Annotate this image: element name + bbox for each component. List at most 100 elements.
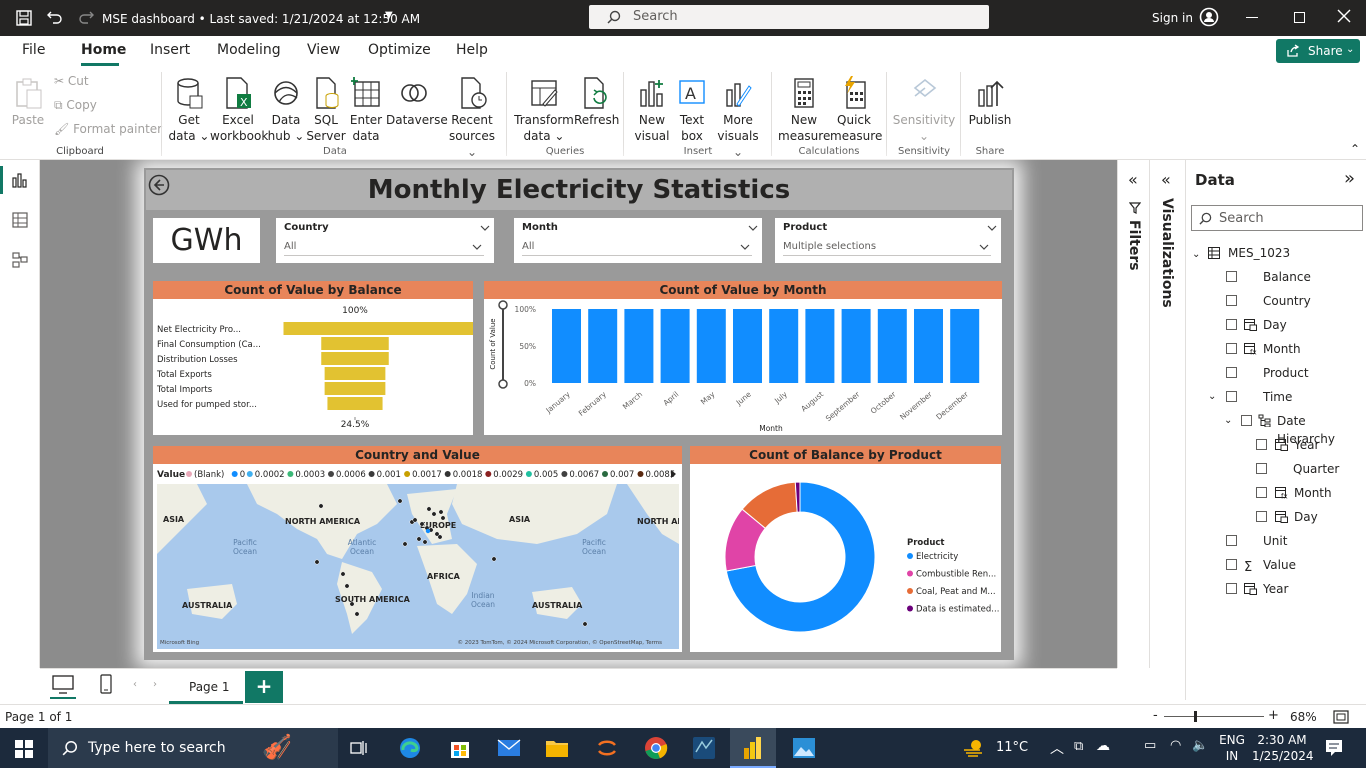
chevron-down-icon[interactable]: ⌄ [1224,412,1232,430]
sql-server-button[interactable]: SQL Server [306,76,346,144]
taskbar-search[interactable]: Type here to search 🎻 [48,728,338,768]
close-button[interactable] [1337,9,1351,23]
collapse-ribbon-icon[interactable]: ⌃ [1350,142,1360,156]
mobile-layout-icon[interactable] [100,674,112,694]
previous-page-icon[interactable]: ‹ [133,679,137,690]
onedrive-icon[interactable]: ☁ [1096,738,1110,754]
share-button[interactable]: Share ⌄ [1276,39,1360,63]
wifi-icon[interactable]: ◠ [1170,738,1181,753]
transform-data-button[interactable]: Transform data ⌄ [514,76,574,144]
expand-filters-icon[interactable]: « [1128,170,1138,189]
page-tab-1[interactable]: Page 1 [169,671,243,704]
new-visual-button[interactable]: New visual [630,76,674,144]
field-year[interactable]: Year [1186,436,1366,454]
product-slicer-dropdown[interactable]: Multiple selections [783,238,991,256]
document-title[interactable]: MSE dashboard • Last saved: 1/21/2024 at… [102,12,420,26]
chevron-down-icon[interactable] [748,223,758,233]
copy-button[interactable]: ⧉ Copy [54,98,97,113]
zoom-level[interactable]: 68% [1290,710,1317,724]
funnel-visual[interactable]: Count of Value by Balance 100% Net Electr… [153,281,473,435]
refresh-button[interactable]: Refresh [574,76,619,128]
field-quarter[interactable]: Quarter [1186,460,1366,478]
table-view-icon[interactable] [12,212,28,228]
quick-measure-button[interactable]: Quick measure [830,76,882,144]
add-page-button[interactable]: + [245,671,283,703]
unit-card[interactable]: GWh [153,218,260,263]
field-checkbox[interactable] [1226,343,1237,354]
redo-icon[interactable] [78,9,94,25]
speaker-icon[interactable]: 🔈 [1192,738,1208,753]
file-explorer-icon[interactable] [545,738,569,758]
field-checkbox[interactable] [1226,583,1237,594]
zoom-out-button[interactable]: - [1153,708,1158,723]
get-data-button[interactable]: Get data ⌄ [168,76,210,144]
sign-in-link[interactable]: Sign in [1152,11,1193,25]
month-slicer[interactable]: Month All [514,218,762,263]
zoom-slider[interactable] [1164,711,1264,722]
month-slicer-dropdown[interactable]: All [522,238,752,256]
search-box[interactable]: Search [589,5,989,29]
menu-insert[interactable]: Insert [150,42,190,58]
minimize-button[interactable] [1246,17,1258,18]
field-unit[interactable]: Unit [1186,532,1366,550]
model-view-icon[interactable] [12,252,28,268]
menu-help[interactable]: Help [456,42,488,58]
chevron-down-icon[interactable]: ⌄ [1208,388,1216,406]
data-hub-button[interactable]: Data hub ⌄ [266,76,306,144]
temperature[interactable]: 11°C [996,740,1028,755]
field-checkbox[interactable] [1226,271,1237,282]
donut-visual[interactable]: Count of Balance by Product Product Elect… [690,446,1001,652]
report-view-icon[interactable] [12,172,28,188]
visualizations-label[interactable]: Visualizations [1159,198,1175,308]
edge-icon[interactable] [398,736,422,760]
store-icon[interactable] [448,736,472,760]
field-product[interactable]: Product [1186,364,1366,382]
undo-icon[interactable] [47,9,63,25]
menu-view[interactable]: View [307,42,340,58]
chevron-up-icon[interactable]: ︿ [1050,738,1064,758]
new-measure-button[interactable]: New measure [778,76,830,144]
network-icon[interactable]: ⧉ [1074,739,1083,754]
fit-to-page-icon[interactable] [1333,710,1349,724]
paste-button[interactable]: Paste [10,76,46,128]
field-checkbox[interactable] [1256,463,1267,474]
zoom-in-button[interactable]: + [1268,708,1279,723]
menu-home[interactable]: Home [81,42,126,58]
map-visual[interactable]: Country and Value Value (Blank) 0 0.0002 0.0… [153,446,682,652]
filters-label[interactable]: Filters [1126,220,1142,271]
dataverse-button[interactable]: Dataverse [386,76,448,128]
text-box-button[interactable]: A Text box [674,76,710,144]
field-date-hierarchy[interactable]: ⌄ Date Hierarchy [1186,412,1366,446]
expand-visualizations-icon[interactable]: « [1161,170,1171,189]
restore-button[interactable] [1294,12,1305,23]
field-checkbox[interactable] [1226,319,1237,330]
column-chart-visual[interactable]: Count of Value by Month Count of Value 10… [484,281,1002,435]
chevron-down-icon[interactable] [987,223,997,233]
zoom-slider-thumb[interactable] [1194,711,1197,722]
chevron-down-icon[interactable]: ▼ [385,10,393,21]
world-map[interactable]: ASIANORTH AMERICAEUROPEASIANORTH AMPacif… [157,484,679,649]
country-slicer[interactable]: Country All [276,218,494,263]
field-checkbox[interactable] [1256,487,1267,498]
chevron-down-icon[interactable] [480,223,490,233]
map-app-icon[interactable] [692,736,716,760]
field-checkbox[interactable] [1226,295,1237,306]
clock[interactable]: 2:30 AM 1/25/2024 [1252,732,1314,764]
excel-workbook-button[interactable]: X Excel workbook [210,76,268,144]
field-balance[interactable]: Balance [1186,268,1366,286]
product-slicer[interactable]: Product Multiple selections [775,218,1001,263]
field-time[interactable]: ⌄ Time [1186,388,1366,406]
menu-modeling[interactable]: Modeling [217,42,281,58]
sensitivity-button[interactable]: Sensitivity ⌄ [892,76,956,144]
field-checkbox[interactable] [1256,511,1267,522]
field-month[interactable]: fx Month [1186,484,1366,502]
app-icon[interactable] [596,737,618,759]
chrome-icon[interactable] [644,736,668,760]
collapse-data-pane-icon[interactable]: » [1344,168,1355,189]
field-checkbox[interactable] [1226,559,1237,570]
field-country[interactable]: Country [1186,292,1366,310]
field-day[interactable]: Day [1186,508,1366,526]
field-year[interactable]: Year [1186,580,1366,598]
field-checkbox[interactable] [1226,535,1237,546]
field-checkbox[interactable] [1226,367,1237,378]
